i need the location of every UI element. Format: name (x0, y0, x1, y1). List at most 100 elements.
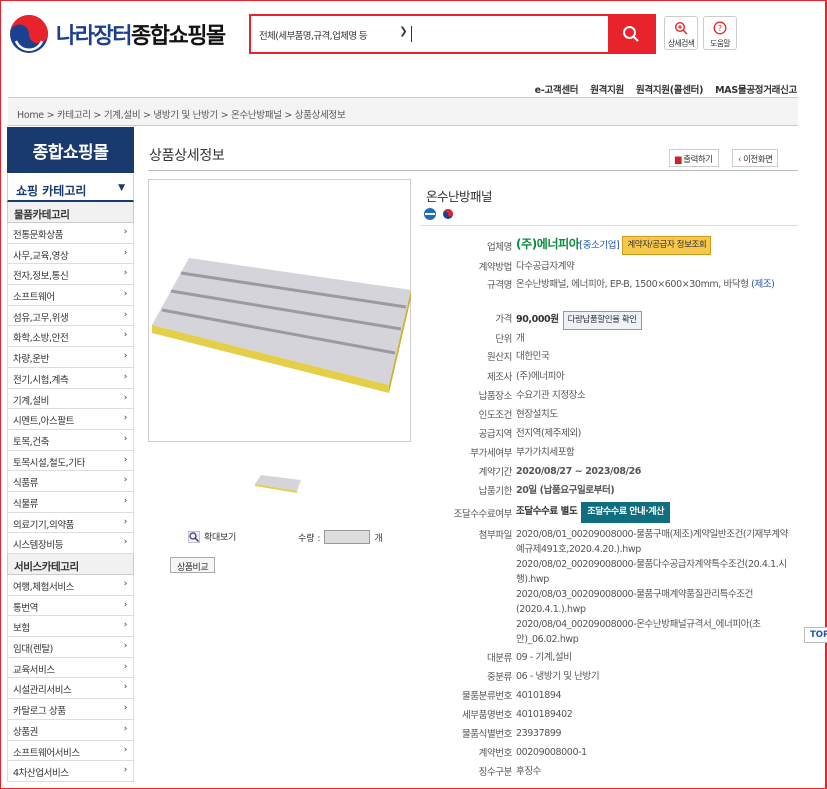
vendor-name[interactable]: (주)에너피아 (516, 237, 580, 251)
fee-value: 조달수수료 별도 조달수수료 안내·계산 (516, 502, 796, 523)
goods-item[interactable]: 소프트웨어 › (7, 285, 134, 306)
goods-item[interactable]: 식물류 › (7, 491, 134, 513)
unit-label: 단위 (495, 334, 512, 345)
service-item[interactable]: 카탈로그 상품 › (7, 699, 134, 720)
service-item-label: 소프트웨어서비스 (13, 747, 80, 759)
print-button[interactable]: ▆ 출력하기 (669, 149, 719, 167)
service-item-label: 상품권 (13, 726, 39, 738)
spec-label: 규격명 (486, 280, 512, 291)
period-label: 계약기간 (478, 467, 513, 478)
attach-file[interactable]: 2020/08/03_00209008000-물품구매계약품질관리특수조건(20… (516, 587, 796, 617)
vendor-label: 업체명 (486, 242, 512, 253)
goods-item[interactable]: 토목,건축 › (7, 429, 134, 451)
print-label: 출력하기 (683, 155, 713, 165)
service-item[interactable]: 임대(렌탈) › (7, 637, 134, 658)
heating-panel-image (152, 258, 411, 393)
service-item[interactable]: 여행,체험서비스 › (7, 575, 134, 596)
quantity-input[interactable] (324, 530, 371, 544)
chevron-right-icon: › (123, 413, 128, 424)
compare-button[interactable]: 상품비교 (170, 557, 216, 573)
chevron-right-icon: › (123, 371, 128, 382)
shopping-category-label: 쇼핑 카테고리 (16, 184, 87, 198)
vendor-info-button[interactable]: 계약자/공급자 정보조회 (622, 236, 712, 255)
nav-mas-report[interactable]: MAS물공정거래신고 (715, 82, 797, 96)
chevron-right-icon: › (123, 765, 128, 776)
fee-calc-button[interactable]: 조달수수료 안내·계산 (581, 502, 670, 523)
service-item-label: 4차산업서비스 (13, 768, 69, 780)
goods-item[interactable]: 전통문화상품 › (7, 223, 134, 244)
goods-item[interactable]: 전기,시험,계측 › (7, 367, 134, 389)
sidebar-title[interactable]: 종합쇼핑몰 (7, 127, 134, 173)
goods-category-list: 전통문화상품 › 사무,교육,영상 › 전자,정보,통신 › 소프트웨어 › 섬유,고무,위생 ›… (7, 223, 134, 554)
search-button[interactable] (608, 16, 654, 52)
goods-item[interactable]: 토목시설,철도,기타 › (7, 450, 134, 472)
class-no-value: 40101894 (516, 690, 562, 701)
chevron-right-icon: › (123, 268, 128, 279)
service-item[interactable]: 시설관리서비스 › (7, 678, 134, 700)
search-bar: 전체(세부품명,규격,업체명 등 ❯ (249, 14, 656, 54)
attach-file[interactable]: 2020/08/02_00209008000-물품다수공급자계약특수조건(20.… (516, 557, 796, 587)
service-item[interactable]: 교육서비스 › (7, 657, 134, 679)
spec-link[interactable]: (제조) (751, 279, 775, 290)
period-value: 2020/08/27 ~ 2023/08/26 (516, 466, 642, 477)
goods-item[interactable]: 기계,설비 › (7, 388, 134, 410)
chevron-right-icon: › (123, 661, 128, 672)
breadcrumb: Home > 카테고리 > 기계,설비 > 냉방기 및 난방기 > 온수난방패널… (8, 98, 798, 126)
search-input[interactable] (412, 16, 608, 52)
fee-text: 조달수수료 별도 (516, 506, 578, 517)
chevron-right-icon: › (123, 309, 128, 320)
thumbnail-image (255, 475, 301, 493)
attach-file[interactable]: 2020/08/01_00209008000-물품구매(제조)계약일반조건(기재… (516, 527, 796, 557)
service-item[interactable]: 통번역 › (7, 595, 134, 617)
goods-item[interactable]: 차량,운반 › (7, 347, 134, 368)
attach-file[interactable]: 2020/08/04_00209008000-온수난방패널규격서_에너피아(초안… (516, 617, 796, 647)
goods-item[interactable]: 식품류 › (7, 471, 134, 492)
product-thumbnail[interactable] (253, 467, 303, 497)
id-no-value: 23937899 (516, 728, 562, 739)
price-value: 90,000원 다량납품할인율 확인 (516, 311, 796, 330)
goods-item-label: 사무,교육,영상 (13, 250, 69, 262)
supply-area-value[interactable]: 전지역(제주제외) (516, 426, 796, 441)
nav-remote-support[interactable]: 원격지원 (590, 82, 624, 96)
goods-item-label: 식물류 (13, 498, 39, 510)
goods-item[interactable]: 화학,소방,안전 › (7, 326, 134, 348)
detail-no-label: 세부품명번호 (461, 710, 512, 721)
unit-value: 개 (516, 333, 525, 344)
back-button[interactable]: ‹ 이전화면 (732, 149, 779, 167)
goods-item[interactable]: 시멘트,아스팔트 › (7, 409, 134, 430)
goods-item[interactable]: 섬유,고무,위생 › (7, 305, 134, 327)
shopping-category-toggle[interactable]: 쇼핑 카테고리 ▼ (7, 174, 134, 202)
large-class-value: 09 - 기계,설비 (516, 652, 572, 663)
nav-customer-center[interactable]: e-고객센터 (535, 82, 579, 96)
goods-item[interactable]: 전자,정보,통신 › (7, 264, 134, 286)
zoom-icon (188, 530, 200, 543)
large-class-label: 대분류 (486, 653, 512, 664)
service-item-label: 교육서비스 (13, 664, 55, 676)
nav-remote-callcenter[interactable]: 원격지원(콜센터) (636, 82, 703, 96)
goods-item-label: 토목,건축 (13, 436, 49, 448)
scroll-top-button[interactable]: TOP (804, 627, 827, 643)
service-item[interactable]: 소프트웨어서비스 › (7, 740, 134, 762)
service-item[interactable]: 보험 › (7, 616, 134, 638)
chevron-right-icon: › (123, 744, 128, 755)
quantity-group: 수량 : 개 (298, 530, 383, 544)
chevron-right-icon: › (123, 620, 128, 631)
site-logo[interactable]: 나라장터종합쇼핑몰 (8, 12, 248, 56)
goods-item[interactable]: 사무,교육,영상 › (7, 243, 134, 265)
service-item[interactable]: 4차산업서비스 › (7, 761, 134, 782)
maker-value: (주)에너피아 (516, 371, 565, 382)
goods-item[interactable]: 시스템장비등 › (7, 533, 134, 554)
brand-prefix: 나라장터 (56, 24, 132, 49)
service-item[interactable]: 상품권 › (7, 719, 134, 741)
service-item-label: 여행,체험서비스 (13, 582, 74, 593)
goods-item[interactable]: 의료기기,의약품 › (7, 512, 134, 534)
chevron-right-icon: › (123, 641, 128, 652)
zoom-view[interactable]: 확대보기 (188, 530, 236, 543)
supply-area-label: 공급지역 (478, 429, 513, 440)
product-image[interactable] (148, 179, 411, 442)
bulk-discount-button[interactable]: 다량납품할인율 확인 (562, 311, 642, 330)
certification-icons (422, 207, 455, 221)
chevron-right-icon: › (123, 330, 128, 341)
search-category-select[interactable]: 전체(세부품명,규격,업체명 등 ❯ (251, 16, 411, 52)
search-icon (623, 26, 639, 42)
